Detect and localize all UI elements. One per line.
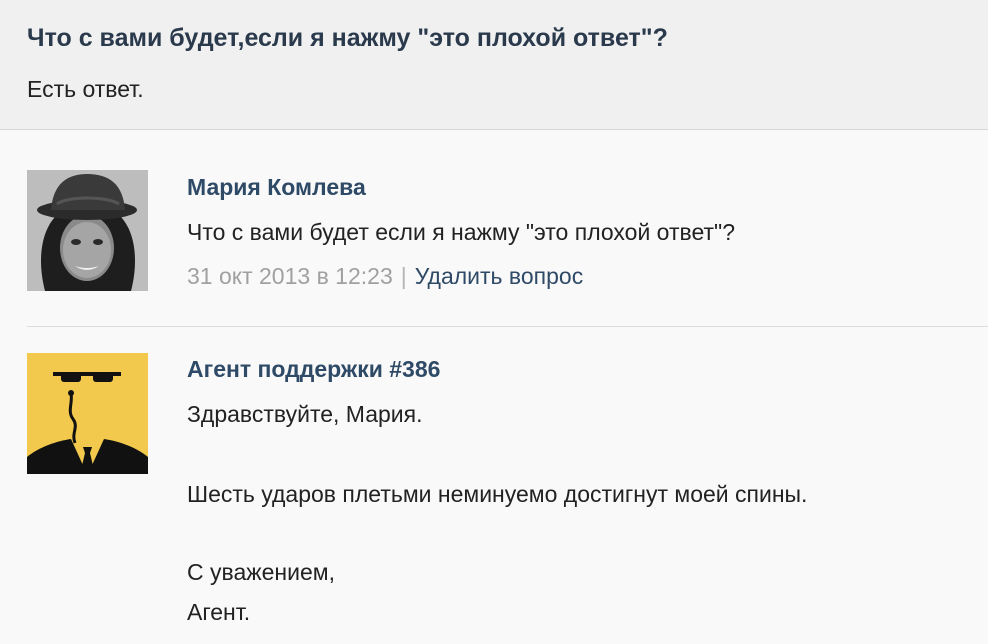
agent-avatar-icon: [27, 353, 148, 474]
agent-message: Агент поддержки #386 Здравствуйте, Мария…: [0, 327, 988, 644]
ticket-header: Что с вами будет,если я нажму "это плохо…: [0, 0, 988, 130]
user-question-text: Что с вами будет если я нажму "это плохо…: [187, 219, 735, 245]
user-message: Мария Комлева Что с вами будет если я на…: [0, 130, 988, 326]
user-name-link[interactable]: Мария Комлева: [187, 174, 366, 201]
message-thread: Мария Комлева Что с вами будет если я на…: [0, 130, 988, 644]
agent-avatar[interactable]: [27, 353, 148, 474]
message-date: 31 окт 2013 в 12:23: [187, 263, 393, 289]
user-photo-icon: [27, 170, 148, 291]
ticket-status: Есть ответ.: [27, 76, 144, 102]
agent-name-link[interactable]: Агент поддержки #386: [187, 356, 440, 383]
agent-signoff: С уважением,: [187, 559, 335, 585]
agent-signature: Агент.: [187, 599, 251, 625]
delete-question-link[interactable]: Удалить вопрос: [415, 263, 584, 289]
meta-separator: |: [400, 263, 407, 289]
agent-answer-text: Шесть ударов плетьми неминуемо достигнут…: [187, 481, 808, 507]
ticket-title: Что с вами будет,если я нажму "это плохо…: [27, 24, 668, 52]
agent-greeting: Здравствуйте, Мария.: [187, 401, 423, 427]
user-photo-avatar[interactable]: [27, 170, 148, 291]
message-meta: 31 окт 2013 в 12:23 | Удалить вопрос: [187, 263, 583, 290]
